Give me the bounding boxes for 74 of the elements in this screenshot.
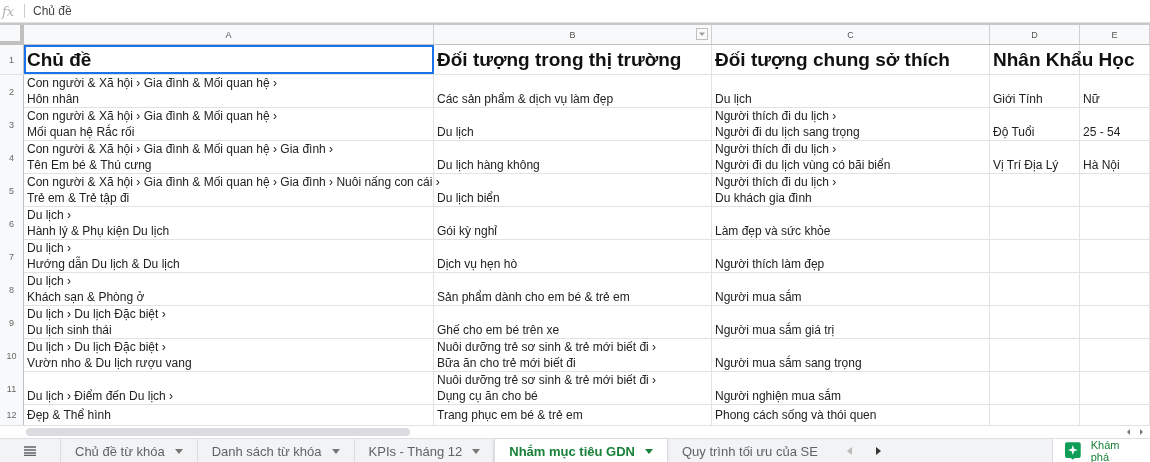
table-cell: Phong cách sống và thói quen	[715, 406, 877, 423]
table-cell: Dịch vụ hẹn hò	[437, 256, 518, 272]
row-number[interactable]: 4	[0, 141, 24, 174]
column-header[interactable]: C	[712, 25, 990, 44]
table-cell: Hà Nội	[1083, 157, 1120, 173]
caret-icon[interactable]	[174, 448, 183, 454]
formula-field[interactable]: Chủ đề	[33, 4, 1150, 18]
filter-dropdown-icon[interactable]	[696, 28, 708, 40]
table-cell: Đối tượng chung sở thích	[715, 47, 950, 72]
row-number[interactable]: 6	[0, 207, 24, 240]
table-cell: Du lịch › Hành lý & Phụ kiện Du lịch	[27, 207, 170, 239]
table-cell: Ghế cho em bé trên xe	[437, 322, 560, 338]
table-cell: Con người & Xã hội › Gia đình & Mối quan hệ › Mối quan hệ Rắc rối	[27, 108, 278, 140]
table-cell: Du lịch › Du lịch Đặc biệt › Vườn nho & Du lịch rượu vang	[27, 339, 192, 371]
row-number[interactable]: 3	[0, 108, 24, 141]
table-cell: Sản phẩm dành cho em bé & trẻ em	[437, 289, 630, 305]
row-number[interactable]: 12	[0, 405, 24, 425]
table-cell: Du lịch hàng không	[437, 157, 540, 173]
table-cell: Người thích đi du lịch › Người đi du lịch sang trọng	[715, 108, 860, 140]
column-header[interactable]: D	[990, 25, 1080, 44]
table-cell: Nuôi dưỡng trẻ sơ sinh & trẻ mới biết đi › Dụng cụ ăn cho bé	[437, 372, 657, 404]
sheet-tab[interactable]: Danh sách từ khóa	[196, 439, 354, 462]
table-cell: Người thích làm đẹp	[715, 256, 825, 272]
sheet-tab[interactable]: Chủ đề từ khóa	[60, 439, 197, 462]
table-cell: Giới Tính	[993, 91, 1043, 107]
table-cell: Đối tượng trong thị trường	[437, 47, 682, 72]
caret-icon[interactable]	[331, 448, 340, 454]
row-number[interactable]: 1	[0, 45, 24, 74]
table-cell: Làm đẹp và sức khỏe	[715, 223, 831, 239]
formula-icon: fx	[0, 3, 22, 19]
column-header[interactable]: A	[24, 25, 434, 44]
table-cell: Nuôi dưỡng trẻ sơ sinh & trẻ mới biết đi › Bữa ăn cho trẻ mới biết đi	[437, 339, 657, 371]
table-cell: Đẹp & Thể hình	[27, 406, 111, 423]
table-cell: Du lịch › Hướng dẫn Du lịch & Du lịch	[27, 240, 180, 272]
table-cell: Vị Trí Địa Lý	[993, 157, 1059, 173]
table-cell: Độ Tuổi	[993, 124, 1035, 140]
menu-icon[interactable]	[24, 446, 36, 456]
table-cell: Người nghiện mua sắm	[715, 388, 841, 404]
table-cell: Du lịch › Du lịch Đặc biệt › Du lịch sinh thái	[27, 306, 166, 338]
row-number[interactable]: 2	[0, 75, 24, 108]
row-number[interactable]: 11	[0, 372, 24, 405]
table-cell: Chủ đề	[27, 47, 92, 72]
scrollbar-thumb[interactable]	[26, 428, 410, 436]
table-cell: Du lịch biển	[437, 190, 500, 206]
row-number[interactable]: 7	[0, 240, 24, 273]
row-number[interactable]: 10	[0, 339, 24, 372]
table-cell: Du lịch › Khách sạn & Phòng ở	[27, 273, 145, 305]
table-cell: Nữ	[1083, 91, 1100, 107]
table-cell: Con người & Xã hội › Gia đình & Mối quan hệ › Hôn nhân	[27, 75, 278, 107]
table-cell: Người mua sắm giá trị	[715, 322, 835, 338]
explore-icon	[1065, 442, 1081, 460]
column-header[interactable]: B	[434, 25, 712, 44]
column-header[interactable]: E	[1080, 25, 1150, 44]
sheet-tab[interactable]: Quy trình tối ưu của SE	[666, 439, 832, 462]
table-cell: Du lịch	[437, 124, 474, 140]
sheet-tab[interactable]: Nhắm mục tiêu GDN	[494, 439, 667, 462]
table-cell: Trang phục em bé & trẻ em	[437, 406, 583, 423]
table-cell: Người mua sắm	[715, 289, 802, 305]
table-cell: 25 - 54	[1083, 124, 1121, 140]
tab-right-icon[interactable]	[873, 446, 882, 456]
table-cell: Du lịch	[715, 91, 752, 107]
table-cell: Người thích đi du lịch › Người đi du lịch vùng có bãi biển	[715, 141, 891, 173]
row-number[interactable]: 8	[0, 273, 24, 306]
table-cell: Các sản phẩm & dịch vụ làm đẹp	[437, 91, 614, 107]
row-number[interactable]: 9	[0, 306, 24, 339]
table-cell: Gói kỳ nghỉ	[437, 223, 498, 239]
table-cell: Nhân Khẩu Học	[993, 47, 1135, 72]
table-cell: Du lịch › Điểm đến Du lịch ›	[27, 388, 174, 404]
table-cell: Người mua sắm sang trọng	[715, 355, 862, 371]
caret-icon[interactable]	[644, 448, 653, 454]
caret-icon[interactable]	[472, 448, 481, 454]
row-number[interactable]: 5	[0, 174, 24, 207]
table-cell: Con người & Xã hội › Gia đình & Mối quan hệ › Gia đình › Tên Em bé & Thú cưng	[27, 141, 334, 173]
table-cell: Người thích đi du lịch › Du khách gia đình	[715, 174, 837, 206]
